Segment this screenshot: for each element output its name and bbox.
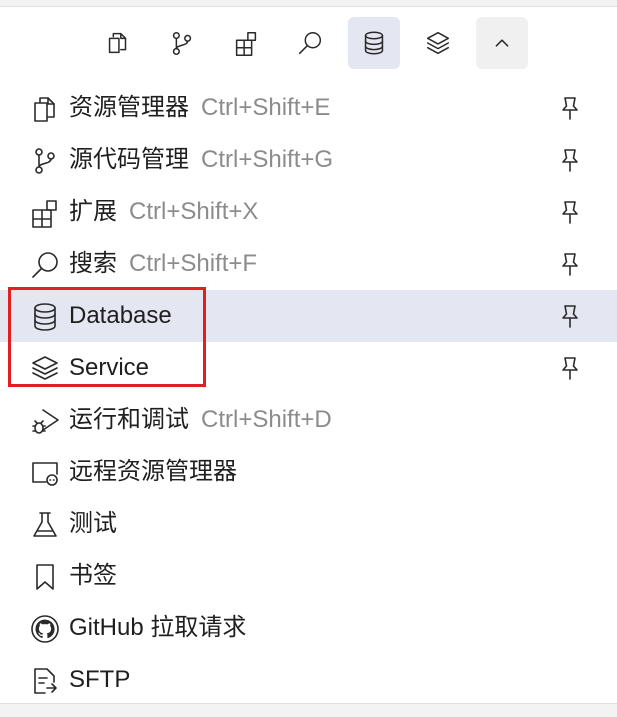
list-item-sftp[interactable]: SFTP	[0, 654, 617, 706]
database-icon	[28, 300, 62, 334]
views-menu-panel: 资源管理器 Ctrl+Shift+E 源代码管理 Ctrl+Shift+G 扩展 Ct…	[0, 6, 617, 704]
extensions-icon	[235, 31, 257, 56]
list-item-source-control[interactable]: 源代码管理 Ctrl+Shift+G	[0, 134, 617, 186]
list-item-label: 扩展 Ctrl+Shift+X	[69, 198, 259, 225]
list-item-label: SFTP	[69, 666, 131, 693]
pin-icon[interactable]	[556, 146, 584, 174]
list-item-extensions[interactable]: 扩展 Ctrl+Shift+X	[0, 186, 617, 238]
shortcut-text: Ctrl+Shift+G	[201, 146, 334, 173]
shortcut-text: Ctrl+Shift+X	[129, 198, 259, 225]
tab-database[interactable]	[348, 17, 400, 69]
tab-search[interactable]	[284, 17, 336, 69]
tab-more[interactable]	[476, 17, 528, 69]
pin-icon[interactable]	[556, 354, 584, 382]
chevron-up-icon	[495, 39, 509, 47]
pin-icon[interactable]	[556, 250, 584, 278]
pin-icon[interactable]	[556, 198, 584, 226]
beaker-icon	[28, 508, 62, 542]
list-item-label: 书签	[69, 562, 117, 589]
list-item-label: 远程资源管理器	[69, 458, 237, 485]
list-item-github-pull-requests[interactable]: GitHub 拉取请求	[0, 602, 617, 654]
database-icon	[364, 31, 384, 55]
pin-icon[interactable]	[556, 94, 584, 122]
list-item-testing[interactable]: 测试	[0, 498, 617, 550]
list-item-explorer[interactable]: 资源管理器 Ctrl+Shift+E	[0, 82, 617, 134]
layers-icon	[28, 352, 62, 386]
pin-icon[interactable]	[556, 302, 584, 330]
list-item-run-debug[interactable]: 运行和调试 Ctrl+Shift+D	[0, 394, 617, 446]
list-item-label: 搜索 Ctrl+Shift+F	[69, 250, 258, 277]
remote-explorer-icon	[28, 456, 62, 490]
extensions-icon	[28, 196, 62, 230]
list-item-label: Database	[69, 302, 172, 329]
view-list: 资源管理器 Ctrl+Shift+E 源代码管理 Ctrl+Shift+G 扩展 Ct…	[0, 82, 617, 706]
list-item-service[interactable]: Service	[0, 342, 617, 394]
tab-extensions[interactable]	[220, 17, 272, 69]
list-item-database[interactable]: Database	[0, 290, 617, 342]
list-item-label: 运行和调试 Ctrl+Shift+D	[69, 406, 332, 433]
shortcut-text: Ctrl+Shift+E	[201, 94, 331, 121]
git-branch-icon	[172, 31, 192, 55]
list-item-label: Service	[69, 354, 150, 381]
list-item-search[interactable]: 搜索 Ctrl+Shift+F	[0, 238, 617, 290]
git-branch-icon	[28, 144, 62, 178]
shortcut-text: Ctrl+Shift+F	[129, 250, 258, 277]
sftp-file-icon	[28, 664, 62, 698]
list-item-label: 测试	[69, 510, 117, 537]
bookmark-icon	[28, 560, 62, 594]
list-item-label: 源代码管理 Ctrl+Shift+G	[69, 146, 334, 173]
github-icon	[28, 612, 62, 646]
list-item-label: GitHub 拉取请求	[69, 614, 247, 641]
files-icon	[108, 32, 127, 54]
files-icon	[28, 92, 62, 126]
tab-explorer[interactable]	[92, 17, 144, 69]
list-item-bookmarks[interactable]: 书签	[0, 550, 617, 602]
layers-icon	[426, 31, 450, 55]
view-tab-bar	[92, 17, 528, 69]
run-debug-icon	[28, 404, 62, 438]
shortcut-text: Ctrl+Shift+D	[201, 406, 332, 433]
search-icon	[298, 31, 322, 55]
tab-service[interactable]	[412, 17, 464, 69]
search-icon	[28, 248, 62, 282]
tab-source-control[interactable]	[156, 17, 208, 69]
list-item-label: 资源管理器 Ctrl+Shift+E	[69, 94, 331, 121]
list-item-remote-explorer[interactable]: 远程资源管理器	[0, 446, 617, 498]
